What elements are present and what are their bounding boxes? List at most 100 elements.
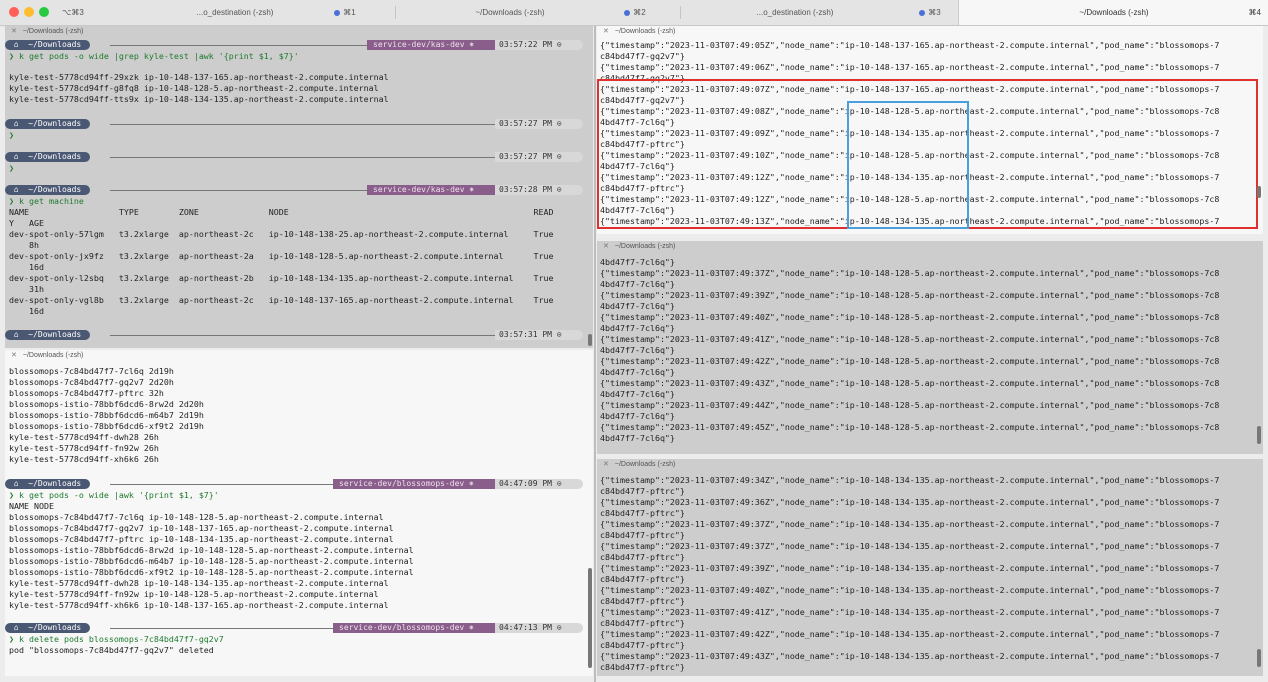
output-line: kyle-test-5778cd94ff-fn92w 26h [9,443,159,453]
terminal-pane-bottom-right[interactable]: ✕ ~/Downloads (-zsh) {"timestamp":"2023-1… [597,459,1263,676]
output-line: blossomops-7c84bd47f7-gq2v7 2d20h [9,377,174,387]
tab-divider [395,6,396,19]
prompt-bar: ⌂ ~/Downloads 03:57:27 PM ⊙ [5,152,583,162]
prompt-bar: ⌂ ~/Downloads service-dev/blossomops-dev… [5,479,583,489]
pane-title: ~/Downloads (-zsh) [614,243,676,250]
close-window-button[interactable] [9,7,19,17]
log-line: 4bd47f7-7cl6q"} [600,411,675,421]
close-pane-icon[interactable]: ✕ [11,352,17,359]
zoom-window-button[interactable] [39,7,49,17]
prompt-directory: ⌂ ~/Downloads [5,119,91,129]
scrollbar[interactable] [1257,186,1261,198]
log-line: {"timestamp":"2023-11-03T07:49:37Z","nod… [600,541,1220,551]
log-line: c84bd47f7-pftrc"} [600,662,685,672]
table-row: dev-spot-only-vgl8b t3.2xlarge ap-northe… [9,295,554,305]
close-pane-icon[interactable]: ✕ [603,28,609,35]
pane-header: ✕ ~/Downloads (-zsh) [5,26,593,38]
prompt-time: 04:47:09 PM ⊙ [495,479,583,489]
log-line: c84bd47f7-pftrc"} [600,596,685,606]
output-line: blossomops-istio-78bbf6dcd6-8rw2d 2d20h [9,399,204,409]
close-pane-icon[interactable]: ✕ [603,243,609,250]
tab-1-shortcut[interactable]: ⌘1 [320,0,370,25]
scrollbar[interactable] [1257,649,1261,667]
scrollbar[interactable] [1257,426,1261,444]
tab-2-shortcut[interactable]: ⌘2 [610,0,660,25]
table-row: 16d [9,306,44,316]
output-line: blossomops-istio-78bbf6dcd6-m64b7 2d19h [9,410,204,420]
log-line: 4bd47f7-7cl6q"} [600,433,675,443]
prompt-bar: ⌂ ~/Downloads service-dev/kas-dev ⎈ 03:5… [5,40,583,50]
terminal-pane-top-right[interactable]: ✕ ~/Downloads (-zsh) {"timestamp":"2023-1… [597,26,1263,234]
log-line: {"timestamp":"2023-11-03T07:49:42Z","nod… [600,356,1220,366]
pane-title: ~/Downloads (-zsh) [22,28,84,35]
log-line: c84bd47f7-pftrc"} [600,618,685,628]
close-pane-icon[interactable]: ✕ [603,461,609,468]
log-line: 4bd47f7-7cl6q"} [600,257,675,267]
prompt-rule [110,124,495,125]
pane-divider[interactable] [594,26,596,682]
prompt-time: 03:57:27 PM ⊙ [495,119,583,129]
tab-3-shortcut[interactable]: ⌘3 [905,0,955,25]
tab-1-label: ...o_destination (-zsh) [196,8,274,17]
terminal-pane-top-left[interactable]: ✕ ~/Downloads (-zsh) ⌂ ~/Downloads servic… [5,26,593,348]
log-line: {"timestamp":"2023-11-03T07:49:37Z","nod… [600,519,1220,529]
terminal-pane-middle-right[interactable]: ✕ ~/Downloads (-zsh) 4bd47f7-7cl6q"} {"ti… [597,241,1263,454]
table-row: NAME TYPE ZONE NODE READ [9,207,554,217]
prompt-directory: ⌂ ~/Downloads [5,185,91,195]
tab-4-label: ~/Downloads (-zsh) [1079,8,1149,17]
log-line: {"timestamp":"2023-11-03T07:49:40Z","nod… [600,585,1220,595]
minimize-window-button[interactable] [24,7,34,17]
log-line: 4bd47f7-7cl6q"} [600,323,675,333]
blue-highlight-box [847,101,969,229]
table-row: 31h [9,284,44,294]
log-line: {"timestamp":"2023-11-03T07:49:39Z","nod… [600,290,1220,300]
kube-context: service-dev/blossomops-dev ⎈ [333,479,495,489]
log-line: {"timestamp":"2023-11-03T07:49:06Z","nod… [600,62,1220,72]
prompt-directory: ⌂ ~/Downloads [5,40,91,50]
output-line: kyle-test-5778cd94ff-xh6k6 26h [9,454,159,464]
tab-1-shortcut-label: ⌘1 [343,8,356,17]
close-pane-icon[interactable]: ✕ [11,28,17,35]
table-row: dev-spot-only-57lgm t3.2xlarge ap-northe… [9,229,554,239]
output-line: blossomops-7c84bd47f7-7cl6q 2d19h [9,366,174,376]
tab-4-active[interactable]: ~/Downloads (-zsh) ⌘4 [958,0,1268,25]
log-line: c84bd47f7-pftrc"} [600,640,685,650]
tab-2-label: ~/Downloads (-zsh) [475,8,545,17]
command-line: ❯ k delete pods blossomops-7c84bd47f7-gq… [9,634,224,644]
log-line: c84bd47f7-pftrc"} [600,574,685,584]
prompt-time: 03:57:31 PM ⊙ [495,330,583,340]
empty-prompt: ❯ [9,130,14,140]
output-line: blossomops-istio-78bbf6dcd6-xf9t2 2d19h [9,421,204,431]
scrollbar[interactable] [588,334,592,346]
command-line: ❯ k get pods -o wide |grep kyle-test |aw… [9,51,299,61]
tab-1-activity-dot-icon [334,9,341,16]
command-line: ❯ k get machine [9,196,84,206]
terminal-pane-bottom-left[interactable]: ✕ ~/Downloads (-zsh) blossomops-7c84bd47f… [5,350,593,676]
log-line: {"timestamp":"2023-11-03T07:49:43Z","nod… [600,651,1220,661]
pane-title: ~/Downloads (-zsh) [614,461,676,468]
pane-header: ✕ ~/Downloads (-zsh) [597,241,1263,253]
tab-3[interactable]: ...o_destination (-zsh) [700,0,890,25]
log-line: 4bd47f7-7cl6q"} [600,301,675,311]
tab-1[interactable]: ...o_destination (-zsh) [150,0,320,25]
scrollbar[interactable] [588,568,592,668]
log-line: {"timestamp":"2023-11-03T07:49:36Z","nod… [600,497,1220,507]
output-line: blossomops-istio-78bbf6dcd6-xf9t2 ip-10-… [9,567,414,577]
command-line: ❯ k get pods -o wide |awk '{print $1, $7… [9,490,219,500]
prompt-directory: ⌂ ~/Downloads [5,623,91,633]
log-line: {"timestamp":"2023-11-03T07:49:39Z","nod… [600,563,1220,573]
prompt-bar: ⌂ ~/Downloads service-dev/kas-dev ⎈ 03:5… [5,185,583,195]
log-line: {"timestamp":"2023-11-03T07:49:34Z","nod… [600,475,1220,485]
log-line: 4bd47f7-7cl6q"} [600,389,675,399]
prompt-rule [110,190,372,191]
kube-context: service-dev/kas-dev ⎈ [367,40,497,50]
log-line: {"timestamp":"2023-11-03T07:49:05Z","nod… [600,40,1220,50]
output-line: blossomops-7c84bd47f7-gq2v7 ip-10-148-13… [9,523,394,533]
log-line: {"timestamp":"2023-11-03T07:49:42Z","nod… [600,629,1220,639]
tab-4-shortcut-label: ⌘4 [1248,8,1261,17]
log-line: c84bd47f7-pftrc"} [600,530,685,540]
log-line: {"timestamp":"2023-11-03T07:49:41Z","nod… [600,607,1220,617]
output-line: blossomops-istio-78bbf6dcd6-8rw2d ip-10-… [9,545,414,555]
tab-2[interactable]: ~/Downloads (-zsh) [420,0,600,25]
tab-2-shortcut-label: ⌘2 [633,8,646,17]
